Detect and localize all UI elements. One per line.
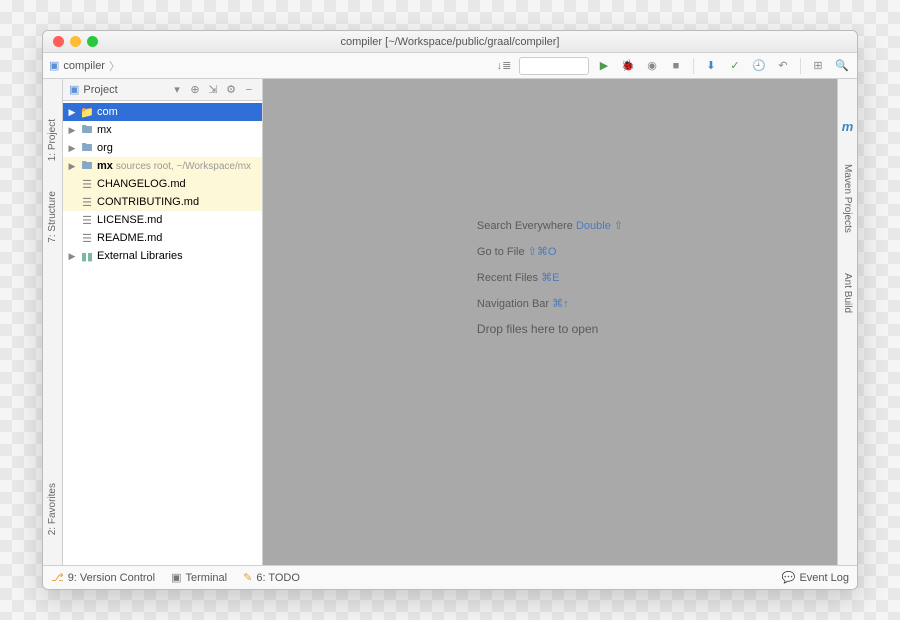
tree-item-mx-sources[interactable]: ▶ 🖿 mx sources root, ~/Workspace/mx <box>63 157 262 175</box>
vcs-revert-icon[interactable]: ↶ <box>774 57 792 75</box>
status-terminal[interactable]: ▣ Terminal <box>171 571 227 584</box>
titlebar[interactable]: compiler [~/Workspace/public/graal/compi… <box>43 31 857 53</box>
tree-label: CHANGELOG.md <box>97 178 186 190</box>
expand-icon[interactable]: ▶ <box>67 251 77 262</box>
status-event-log[interactable]: 💬 Event Log <box>782 571 849 584</box>
separator <box>693 58 694 74</box>
file-icon: ☰ <box>80 196 94 209</box>
right-tool-gutter: m Maven Projects Ant Build <box>837 79 857 565</box>
sort-icon[interactable]: ↓≣ <box>495 57 513 75</box>
project-sidebar: ▣ Project ▾ ⊕ ⇲ ⚙ − ▶ 📁 com ▶ 🖿 mx <box>63 79 263 565</box>
status-bar: ⎇ 9: Version Control ▣ Terminal ✎ 6: TOD… <box>43 565 857 589</box>
file-icon: ☰ <box>80 214 94 227</box>
folder-icon: 📁 <box>80 106 94 119</box>
main-area: 1: Project 7: Structure 2: Favorites ▣ P… <box>43 79 857 565</box>
coverage-icon[interactable]: ◉ <box>643 57 661 75</box>
expand-icon[interactable]: ▶ <box>67 107 77 118</box>
vcs-update-icon[interactable]: ⬇ <box>702 57 720 75</box>
tool-maven[interactable]: Maven Projects <box>842 164 853 233</box>
target-icon[interactable]: ⊕ <box>188 83 202 97</box>
vcs-history-icon[interactable]: 🕘 <box>750 57 768 75</box>
tree-label: README.md <box>97 232 162 244</box>
tree-label: External Libraries <box>97 250 183 262</box>
hint-search-everywhere: Search Everywhere Double ⇧ <box>477 218 623 232</box>
sidebar-header: ▣ Project ▾ ⊕ ⇲ ⚙ − <box>63 79 262 101</box>
tree-item-contributing[interactable]: ☰ CONTRIBUTING.md <box>63 193 262 211</box>
empty-editor-hints: Search Everywhere Double ⇧ Go to File ⇧⌘… <box>477 218 623 348</box>
status-todo[interactable]: ✎ 6: TODO <box>243 571 300 584</box>
structure-icon[interactable]: ⊞ <box>809 57 827 75</box>
balloon-icon: 💬 <box>782 571 796 584</box>
tree-suffix: sources root, ~/Workspace/mx <box>116 161 251 172</box>
tree-item-external-libs[interactable]: ▶ ▮▮ External Libraries <box>63 247 262 265</box>
library-icon: ▮▮ <box>80 250 94 263</box>
tree-item-readme[interactable]: ☰ README.md <box>63 229 262 247</box>
tool-favorites[interactable]: 2: Favorites <box>47 483 58 535</box>
editor-area[interactable]: Search Everywhere Double ⇧ Go to File ⇧⌘… <box>263 79 837 565</box>
hide-icon[interactable]: − <box>242 83 256 97</box>
debug-icon[interactable]: 🐞 <box>619 57 637 75</box>
hint-goto-file: Go to File ⇧⌘O <box>477 244 623 258</box>
separator <box>800 58 801 74</box>
expand-icon[interactable]: ▶ <box>67 125 77 136</box>
tree-label: mx <box>97 160 113 172</box>
tool-ant[interactable]: Ant Build <box>842 273 853 313</box>
window-title: compiler [~/Workspace/public/graal/compi… <box>43 36 857 48</box>
expand-icon[interactable]: ▶ <box>67 143 77 154</box>
tree-item-com[interactable]: ▶ 📁 com <box>63 103 262 121</box>
folder-icon: 🖿 <box>80 139 94 158</box>
tree-label: LICENSE.md <box>97 214 162 226</box>
tree-item-license[interactable]: ☰ LICENSE.md <box>63 211 262 229</box>
stop-icon[interactable]: ■ <box>667 57 685 75</box>
gear-icon[interactable]: ⚙ <box>224 83 238 97</box>
tool-project[interactable]: 1: Project <box>47 119 58 161</box>
ide-window: compiler [~/Workspace/public/graal/compi… <box>42 30 858 590</box>
project-tree: ▶ 📁 com ▶ 🖿 mx ▶ 🖿 org ▶ 🖿 mx <box>63 101 262 565</box>
terminal-icon: ▣ <box>171 571 181 584</box>
branch-icon: ⎇ <box>51 571 64 584</box>
folder-icon: 🖿 <box>80 157 94 176</box>
chevron-right-icon: 〉 <box>109 58 120 74</box>
tree-item-changelog[interactable]: ☰ CHANGELOG.md <box>63 175 262 193</box>
tree-label: mx <box>97 124 112 136</box>
hint-nav-bar: Navigation Bar ⌘↑ <box>477 296 623 310</box>
sidebar-title: Project <box>83 84 117 96</box>
expand-icon[interactable]: ▶ <box>67 161 77 172</box>
run-config-select[interactable] <box>519 57 589 75</box>
breadcrumb[interactable]: ▣ compiler 〉 <box>49 58 120 74</box>
breadcrumb-module: compiler <box>63 60 105 72</box>
hint-recent-files: Recent Files ⌘E <box>477 270 623 284</box>
collapse-icon[interactable]: ⇲ <box>206 83 220 97</box>
vcs-commit-icon[interactable]: ✓ <box>726 57 744 75</box>
run-icon[interactable]: ▶ <box>595 57 613 75</box>
project-icon: ▣ <box>69 83 79 96</box>
file-icon: ☰ <box>80 178 94 191</box>
module-icon: ▣ <box>49 59 59 72</box>
tree-item-mx[interactable]: ▶ 🖿 mx <box>63 121 262 139</box>
left-tool-gutter: 1: Project 7: Structure 2: Favorites <box>43 79 63 565</box>
tree-label: com <box>97 106 118 118</box>
tree-label: org <box>97 142 113 154</box>
tree-item-org[interactable]: ▶ 🖿 org <box>63 139 262 157</box>
tool-structure[interactable]: 7: Structure <box>47 191 58 243</box>
folder-icon: 🖿 <box>80 121 94 140</box>
file-icon: ☰ <box>80 232 94 245</box>
dropdown-icon[interactable]: ▾ <box>170 83 184 97</box>
maven-m-icon: m <box>842 119 854 134</box>
todo-icon: ✎ <box>243 571 252 584</box>
search-icon[interactable]: 🔍 <box>833 57 851 75</box>
toolbar-right: ↓≣ ▶ 🐞 ◉ ■ ⬇ ✓ 🕘 ↶ ⊞ 🔍 <box>495 57 851 75</box>
status-vcs[interactable]: ⎇ 9: Version Control <box>51 571 155 584</box>
tree-label: CONTRIBUTING.md <box>97 196 199 208</box>
hint-drop-files: Drop files here to open <box>477 322 623 336</box>
toolbar: ▣ compiler 〉 ↓≣ ▶ 🐞 ◉ ■ ⬇ ✓ 🕘 ↶ ⊞ 🔍 <box>43 53 857 79</box>
